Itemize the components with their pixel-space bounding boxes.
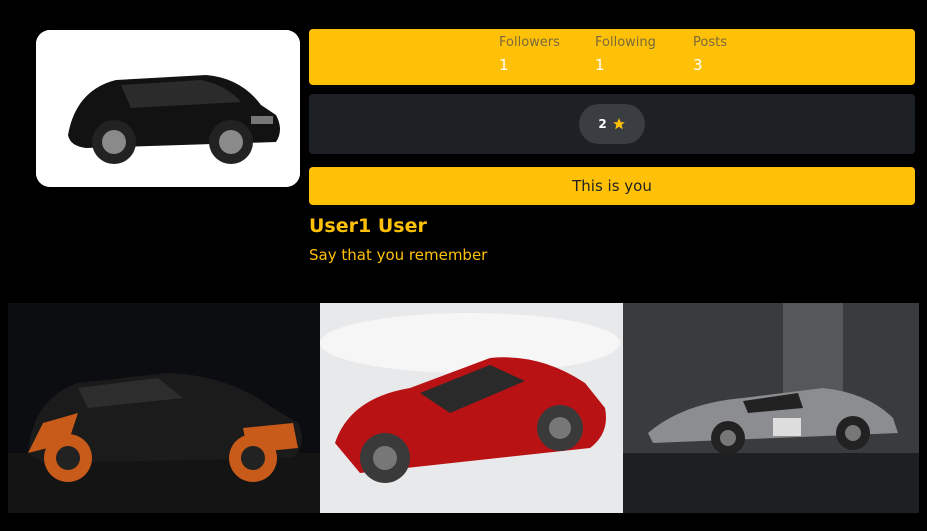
post-thumbnail[interactable] — [8, 303, 320, 513]
profile-bio: Say that you remember — [309, 246, 488, 264]
stat-label: Following — [595, 35, 656, 50]
stat-following[interactable]: Following 1 — [595, 35, 656, 74]
stat-label: Followers — [499, 35, 560, 50]
car-avatar-image — [36, 30, 300, 187]
stat-value: 1 — [595, 56, 605, 74]
stat-posts[interactable]: Posts 3 — [693, 35, 727, 74]
self-indicator: This is you — [309, 167, 915, 205]
rating-panel: 2 — [309, 94, 915, 154]
car-photo-icon — [320, 303, 623, 513]
post-thumbnail[interactable] — [623, 303, 919, 513]
stat-value: 1 — [499, 56, 509, 74]
star-icon — [612, 118, 625, 130]
stat-label: Posts — [693, 35, 727, 50]
rating-button[interactable]: 2 — [579, 104, 645, 144]
posts-grid — [8, 303, 927, 513]
car-photo-icon — [623, 303, 919, 513]
stats-bar: Followers 1 Following 1 Posts 3 — [309, 29, 915, 85]
profile-name: User1 User — [309, 215, 427, 237]
rating-value: 2 — [598, 117, 607, 131]
stat-followers[interactable]: Followers 1 — [499, 35, 560, 74]
avatar — [36, 30, 300, 187]
car-photo-icon — [8, 303, 320, 513]
stat-value: 3 — [693, 56, 703, 74]
post-thumbnail[interactable] — [320, 303, 623, 513]
